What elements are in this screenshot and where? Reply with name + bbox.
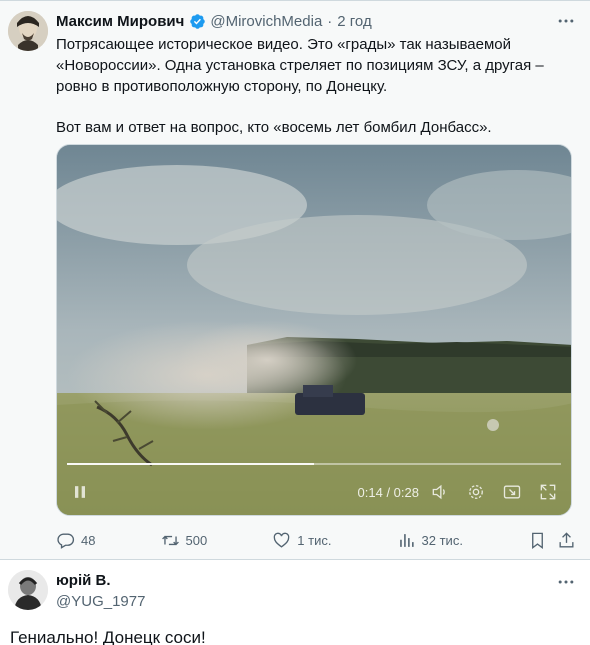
fullscreen-icon: [540, 484, 556, 500]
reply-text: Гениально! Донецк соси!: [10, 628, 206, 645]
reply-author-name[interactable]: юрій В.: [56, 572, 111, 589]
picture-in-picture-icon: [503, 485, 521, 499]
quoted-author-handle[interactable]: @MirovichMedia: [210, 13, 322, 30]
header-separator: ·: [327, 12, 333, 30]
tweet-action-bar: 48 500 1 тис. 32 тис.: [56, 529, 576, 551]
quoted-tweet-time[interactable]: 2 год: [337, 13, 371, 30]
tweet-paragraph-2: Вот вам и ответ на вопрос, кто «восемь л…: [56, 119, 492, 136]
pip-button[interactable]: [501, 481, 523, 503]
settings-button[interactable]: [465, 481, 487, 503]
quoted-author-avatar[interactable]: [8, 11, 48, 51]
reply-count: 48: [81, 532, 96, 548]
verified-badge-icon: [190, 13, 206, 29]
settings-gear-icon: [469, 485, 483, 499]
volume-button[interactable]: [429, 481, 451, 503]
video-progress-track[interactable]: [67, 463, 561, 465]
quoted-tweet-text: Потрясающее историческое видео. Это «гра…: [56, 34, 576, 138]
video-progress-fill: [67, 463, 314, 465]
repost-button[interactable]: 500: [161, 531, 208, 550]
reply-button[interactable]: 48: [56, 531, 95, 550]
pause-icon: [75, 486, 85, 498]
video-time-readout: 0:14 / 0:28: [357, 484, 419, 500]
views-button[interactable]: 32 тис.: [397, 531, 463, 550]
quoted-author-name[interactable]: Максим Мирович: [56, 13, 184, 30]
reply-author-avatar[interactable]: [8, 570, 48, 610]
repost-icon: [161, 535, 179, 545]
video-player[interactable]: 0:14 / 0:28: [56, 144, 572, 516]
reply-icon: [57, 532, 75, 549]
more-dots-icon[interactable]: [556, 572, 576, 592]
portrait-avatar-image: [8, 11, 48, 51]
quoted-tweet-header: Максим Мирович @MirovichMedia · 2 год: [56, 11, 372, 31]
like-button[interactable]: 1 тис.: [272, 531, 331, 550]
repost-count: 500: [185, 532, 208, 548]
pause-button[interactable]: [69, 481, 91, 503]
heart-icon: [273, 532, 290, 548]
tweet-paragraph-1: Потрясающее историческое видео. Это «гра…: [56, 36, 544, 95]
fullscreen-button[interactable]: [537, 481, 559, 503]
views-bar-icon: [399, 533, 414, 547]
more-dots-icon[interactable]: [556, 11, 576, 31]
quoted-tweet-card[interactable]: Максим Мирович @MirovichMedia · 2 год По…: [0, 0, 590, 560]
video-controls: 0:14 / 0:28: [57, 469, 571, 515]
bookmark-icon[interactable]: [528, 531, 547, 550]
views-count: 32 тис.: [421, 532, 463, 548]
reply-author-handle[interactable]: @YUG_1977: [56, 593, 145, 610]
tweet-secondary-actions: [528, 531, 576, 550]
bw-portrait-avatar-image: [8, 570, 48, 610]
like-count: 1 тис.: [297, 532, 332, 548]
volume-icon: [432, 484, 445, 500]
video-frame-image: [57, 145, 571, 515]
share-icon[interactable]: [557, 531, 576, 550]
